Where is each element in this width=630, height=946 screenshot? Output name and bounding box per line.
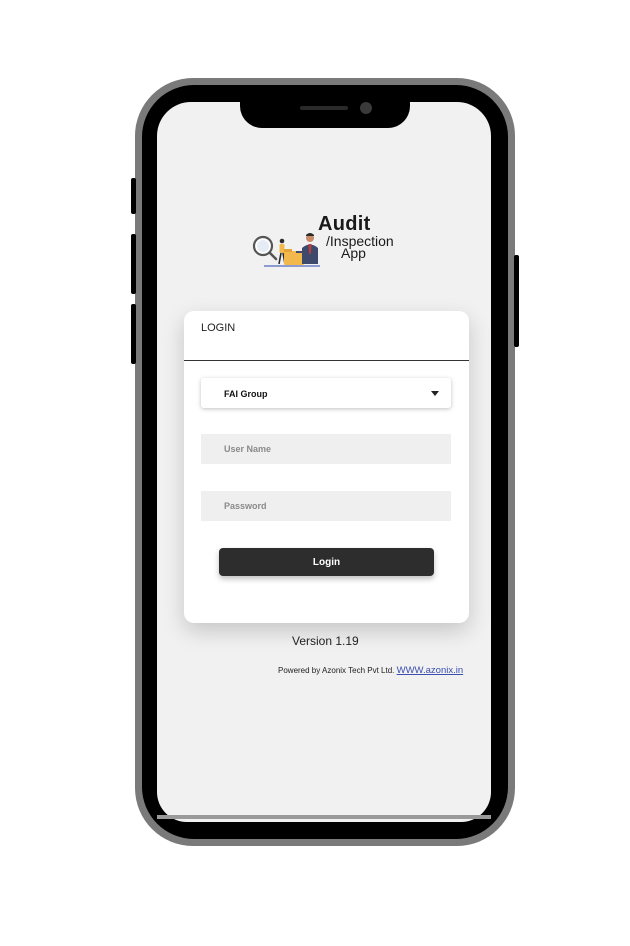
version-label: Version 1.19 [292,634,359,648]
password-input[interactable] [201,491,451,521]
phone-side-button-volume-down [131,304,136,364]
screen-bottom-edge [157,815,491,819]
login-button[interactable]: Login [219,548,434,576]
card-divider [184,360,469,361]
phone-speaker [300,106,348,110]
website-link[interactable]: WWW.azonix.in [397,665,464,676]
phone-side-button-power [514,255,519,347]
login-card-title: LOGIN [201,322,236,334]
powered-by-label: Powered by Azonix Tech Pvt Ltd. [278,666,395,675]
phone-camera [360,102,372,114]
phone-side-button-mute [131,178,136,214]
login-card [184,311,469,623]
group-select-value: FAI Group [224,389,268,399]
phone-side-button-volume-up [131,234,136,294]
logo-app-label: App [341,245,366,261]
username-input[interactable] [201,434,451,464]
powered-by-text: Powered by Azonix Tech Pvt Ltd. WWW.azon… [278,665,463,676]
chevron-down-icon[interactable] [431,391,439,396]
